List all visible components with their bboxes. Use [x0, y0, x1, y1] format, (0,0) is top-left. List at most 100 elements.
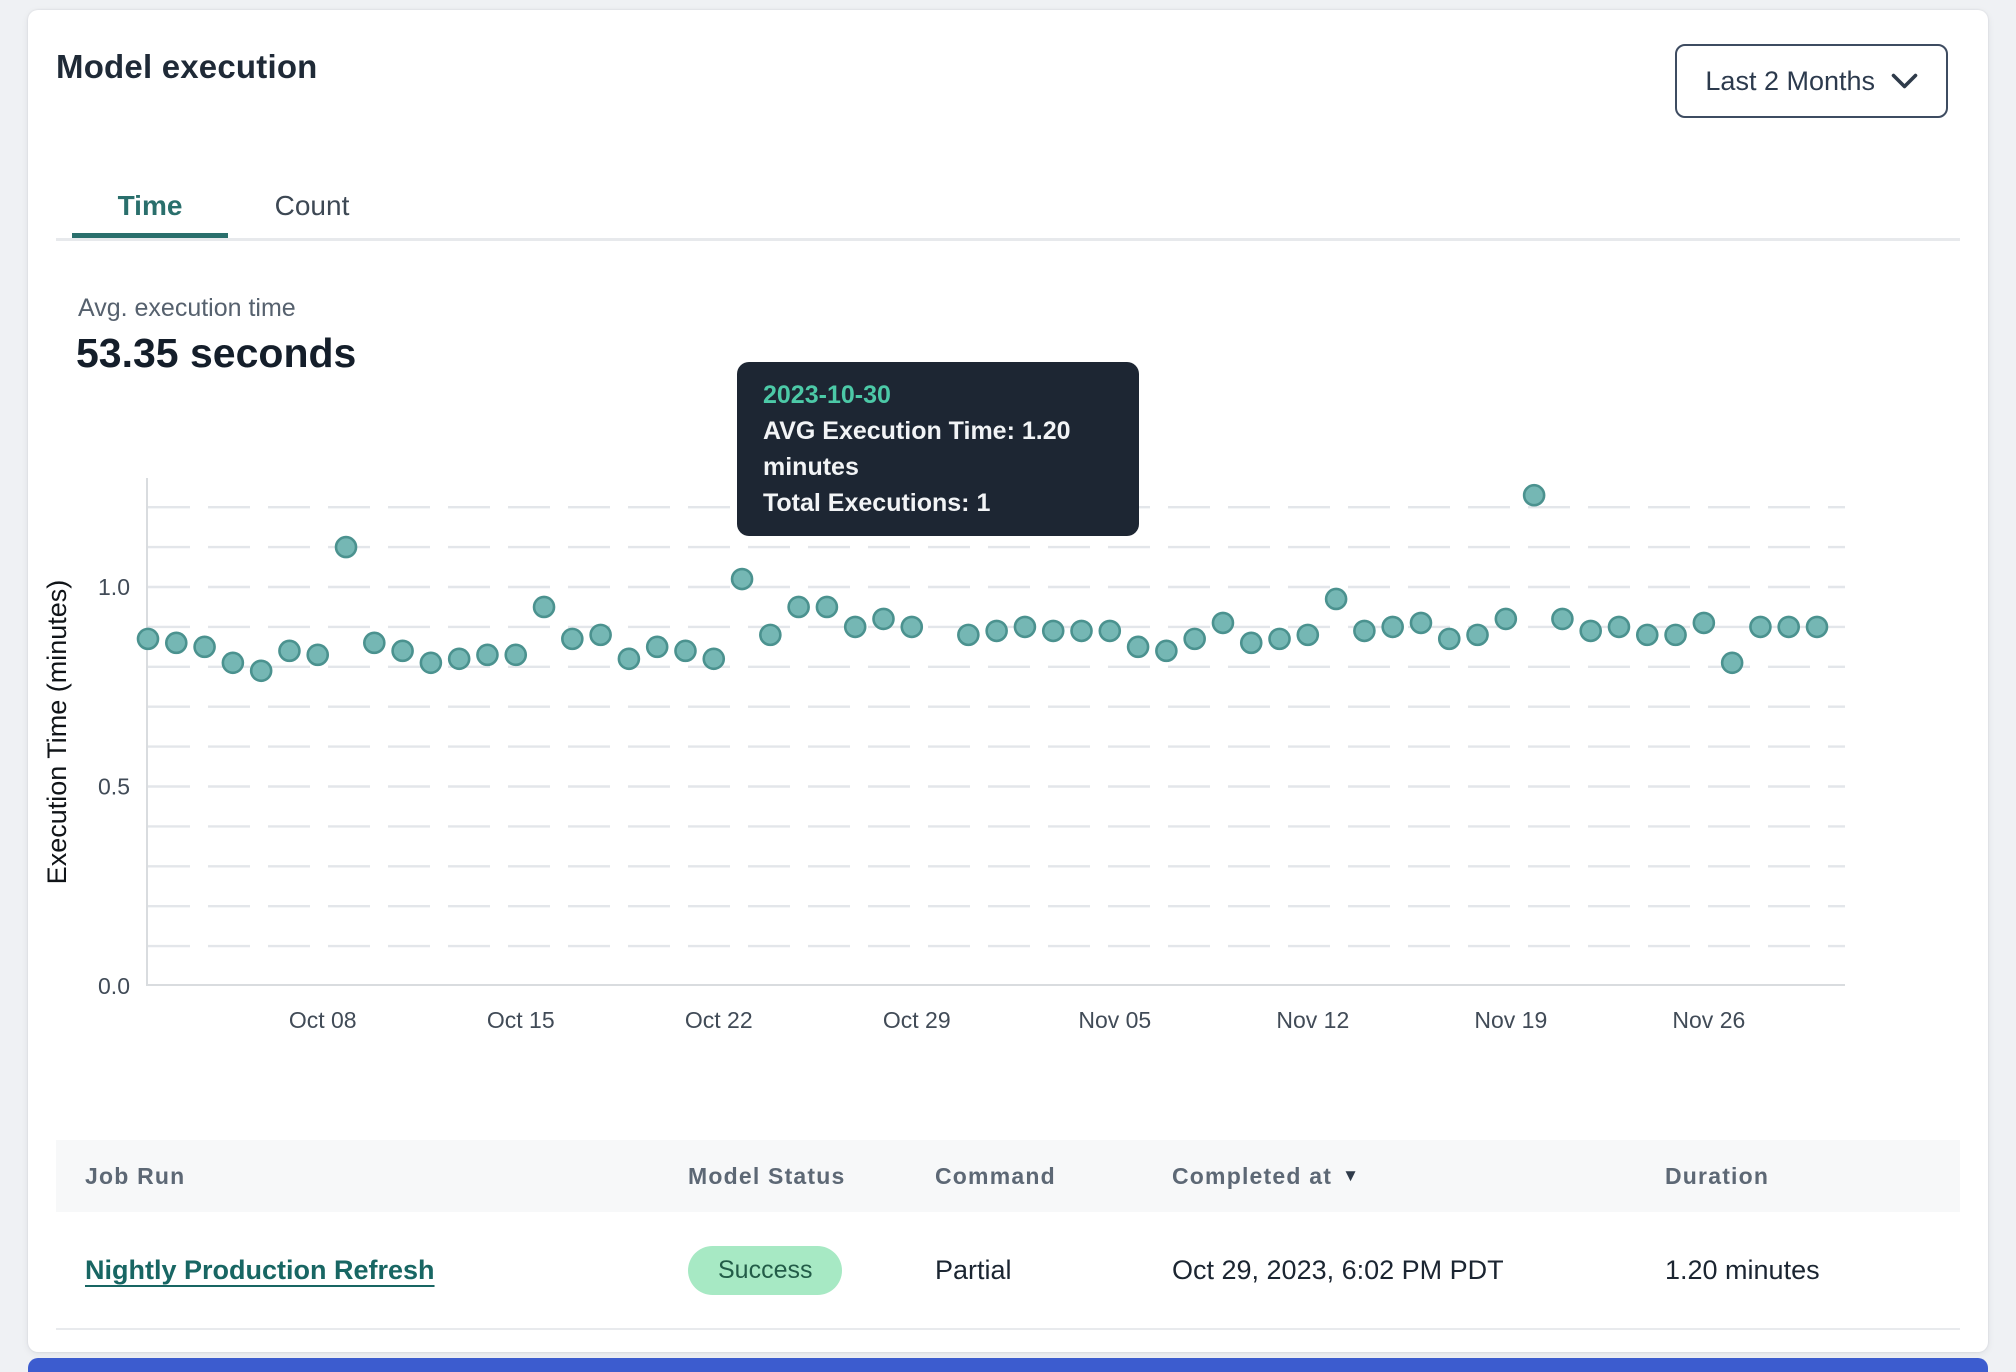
data-point[interactable] — [1015, 617, 1035, 637]
cell-duration: 1.20 minutes — [1665, 1255, 1960, 1286]
data-point[interactable] — [1411, 613, 1431, 633]
data-point[interactable] — [1779, 617, 1799, 637]
column-header-label: Completed at — [1172, 1163, 1332, 1190]
data-point[interactable] — [1439, 629, 1459, 649]
column-header-duration: Duration — [1665, 1163, 1960, 1190]
data-point[interactable] — [1496, 609, 1516, 629]
column-header-model_status: Model Status — [688, 1163, 935, 1190]
data-point[interactable] — [1128, 637, 1148, 657]
data-point[interactable] — [1241, 633, 1261, 653]
cell-job_run: Nightly Production Refresh — [85, 1255, 688, 1286]
data-point[interactable] — [364, 633, 384, 653]
chevron-down-icon — [1891, 73, 1918, 90]
data-point[interactable] — [1043, 621, 1063, 641]
data-point[interactable] — [1637, 625, 1657, 645]
date-range-selector[interactable]: Last 2 Months — [1675, 44, 1948, 118]
data-point[interactable] — [308, 645, 328, 665]
avg-execution-time-label: Avg. execution time — [78, 294, 296, 323]
avg-execution-time-value: 53.35 seconds — [76, 330, 356, 377]
column-header-command: Command — [935, 1163, 1172, 1190]
data-point[interactable] — [591, 625, 611, 645]
data-point[interactable] — [1354, 621, 1374, 641]
data-point[interactable] — [675, 641, 695, 661]
y-tick-label: 0.5 — [98, 774, 130, 800]
data-point[interactable] — [166, 633, 186, 653]
table-header-row: Job Run Model Status Command Completed at ▼ D… — [56, 1140, 1960, 1212]
data-point[interactable] — [873, 609, 893, 629]
column-header-completed_at[interactable]: Completed at ▼ — [1172, 1163, 1665, 1190]
x-tick-label: Nov 19 — [1474, 1007, 1547, 1033]
cell-model_status: Success — [688, 1246, 935, 1295]
x-tick-label: Oct 15 — [487, 1007, 555, 1033]
data-point[interactable] — [223, 653, 243, 673]
data-point[interactable] — [1100, 621, 1120, 641]
data-point[interactable] — [704, 649, 724, 669]
x-tick-label: Oct 22 — [685, 1007, 753, 1033]
y-axis-title: Execution Time (minutes) — [42, 478, 76, 986]
data-point[interactable] — [760, 625, 780, 645]
execution-time-chart: 0.00.51.0Oct 08Oct 15Oct 22Oct 29Nov 05N… — [146, 478, 1845, 986]
data-point[interactable] — [619, 649, 639, 669]
data-point[interactable] — [647, 637, 667, 657]
data-point[interactable] — [562, 629, 582, 649]
data-point[interactable] — [336, 537, 356, 557]
data-point[interactable] — [902, 617, 922, 637]
status-badge: Success — [688, 1246, 842, 1295]
job-run-link[interactable]: Nightly Production Refresh — [85, 1255, 435, 1285]
y-tick-label: 1.0 — [98, 574, 130, 600]
tab-time[interactable]: Time — [72, 178, 228, 234]
data-point[interactable] — [1326, 589, 1346, 609]
tabs-divider — [56, 238, 1960, 241]
data-point[interactable] — [477, 645, 497, 665]
x-tick-label: Nov 12 — [1276, 1007, 1349, 1033]
data-point[interactable] — [1468, 625, 1488, 645]
data-point[interactable] — [1383, 617, 1403, 637]
data-point[interactable] — [279, 641, 299, 661]
data-point[interactable] — [1185, 629, 1205, 649]
data-point[interactable] — [1750, 617, 1770, 637]
tooltip-total-executions: Total Executions: 1 — [763, 485, 1113, 521]
data-point[interactable] — [421, 653, 441, 673]
data-point[interactable] — [1524, 485, 1544, 505]
data-point[interactable] — [1609, 617, 1629, 637]
page-title: Model execution — [56, 48, 318, 86]
data-point[interactable] — [1552, 609, 1572, 629]
data-point[interactable] — [1581, 621, 1601, 641]
data-point[interactable] — [1072, 621, 1092, 641]
data-point[interactable] — [449, 649, 469, 669]
data-point[interactable] — [1722, 653, 1742, 673]
tooltip-date: 2023-10-30 — [763, 377, 1113, 413]
data-point[interactable] — [1270, 629, 1290, 649]
y-tick-label: 0.0 — [98, 973, 130, 999]
data-point[interactable] — [1694, 613, 1714, 633]
data-point[interactable] — [1807, 617, 1827, 637]
data-point[interactable] — [732, 569, 752, 589]
data-point[interactable] — [251, 661, 271, 681]
data-point[interactable] — [817, 597, 837, 617]
model-execution-card: Model execution Last 2 Months Time Count… — [28, 10, 1988, 1352]
data-point[interactable] — [987, 621, 1007, 641]
column-header-label: Command — [935, 1163, 1056, 1190]
data-point[interactable] — [789, 597, 809, 617]
column-header-label: Job Run — [85, 1163, 185, 1190]
column-header-label: Model Status — [688, 1163, 846, 1190]
data-point[interactable] — [195, 637, 215, 657]
tab-count[interactable]: Count — [234, 178, 390, 234]
tooltip-avg-execution-time: AVG Execution Time: 1.20 minutes — [763, 413, 1113, 485]
data-point[interactable] — [1666, 625, 1686, 645]
data-point[interactable] — [138, 629, 158, 649]
data-point[interactable] — [1298, 625, 1318, 645]
data-point[interactable] — [845, 617, 865, 637]
next-section-top-edge — [28, 1358, 1988, 1372]
column-header-label: Duration — [1665, 1163, 1769, 1190]
cell-command: Partial — [935, 1255, 1172, 1286]
data-point[interactable] — [534, 597, 554, 617]
x-tick-label: Nov 26 — [1672, 1007, 1745, 1033]
data-point[interactable] — [1156, 641, 1176, 661]
data-point[interactable] — [393, 641, 413, 661]
data-point[interactable] — [506, 645, 526, 665]
data-point[interactable] — [1213, 613, 1233, 633]
data-point[interactable] — [958, 625, 978, 645]
chart-tooltip: 2023-10-30 AVG Execution Time: 1.20 minu… — [737, 362, 1139, 536]
sort-desc-icon[interactable]: ▼ — [1342, 1166, 1360, 1186]
